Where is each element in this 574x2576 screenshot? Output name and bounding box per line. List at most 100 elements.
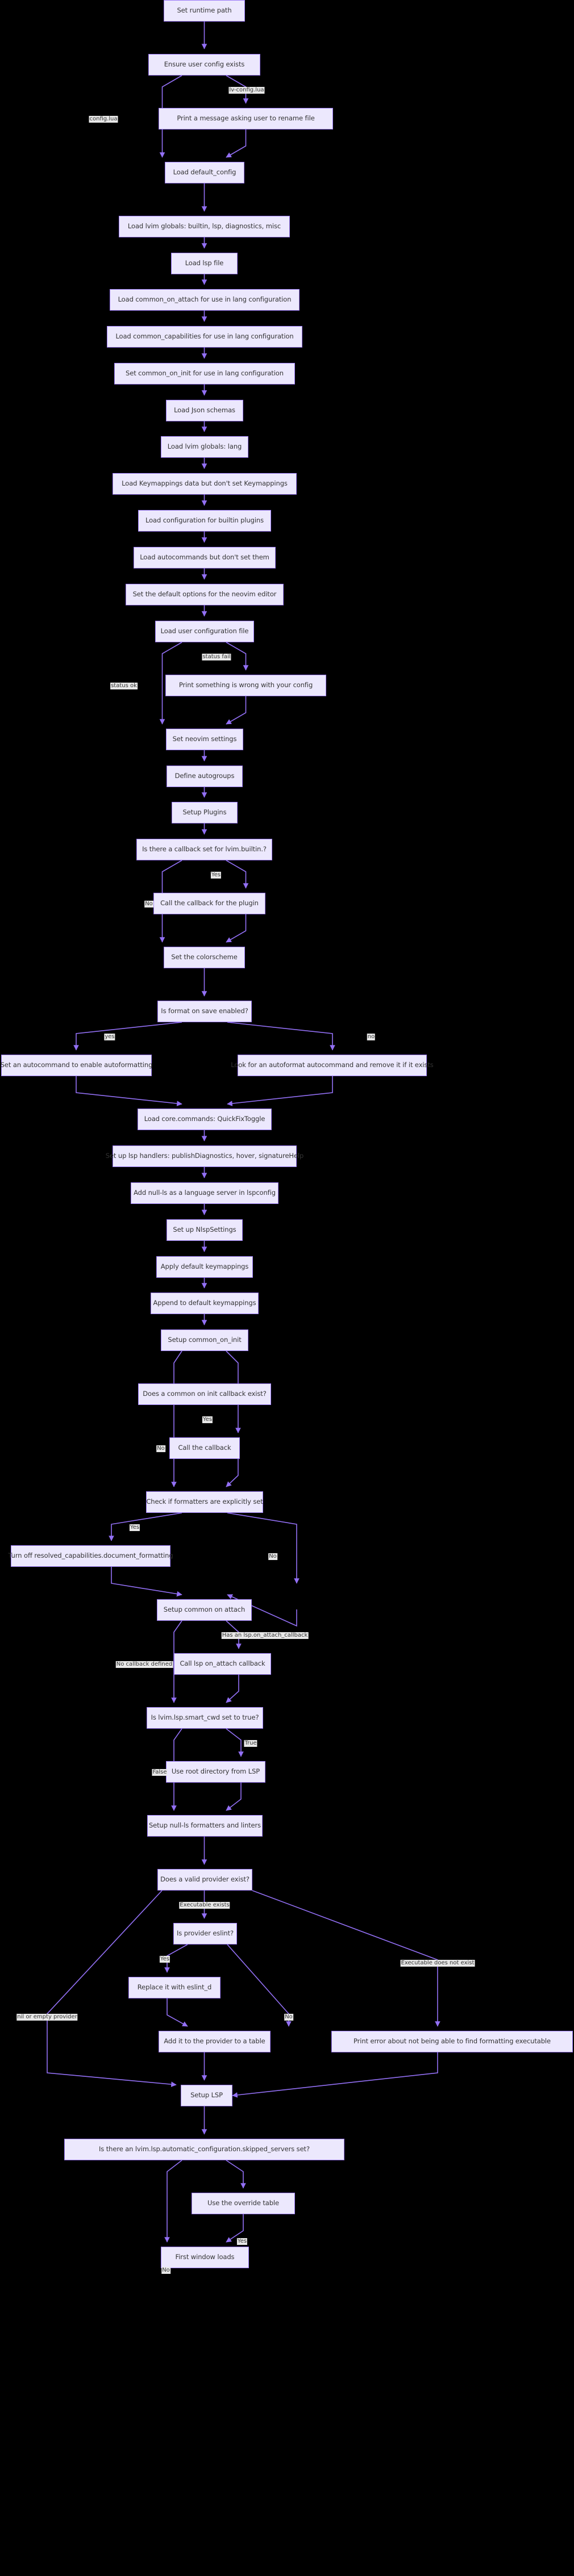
flow-node-n39: Call lsp on_attach callback (174, 1653, 271, 1675)
edge-label-l09: Yes (202, 1416, 213, 1423)
flow-edge (226, 696, 247, 725)
edge-label-l13: Has an lsp.on_attach_callback (221, 1632, 309, 1639)
flow-node-n02: Ensure user config exists (148, 54, 260, 76)
flow-node-n01: Set runtime path (164, 0, 245, 22)
flow-node-n06: Load lsp file (171, 253, 238, 274)
edge-label-l15: True (244, 1740, 257, 1747)
flow-node-n38: Setup common on attach (157, 1599, 252, 1621)
flow-node-n26: Look for an autoformat autocommand and r… (231, 1055, 434, 1076)
flow-edge (111, 1567, 182, 1597)
flow-node-n33: Setup common_on_init (161, 1329, 248, 1351)
flow-node-n51: First window loads (161, 2247, 249, 2268)
edge-label-l19: Yes (159, 1956, 170, 1963)
flow-node-n24: Is format on save enabled? (157, 1001, 252, 1022)
flow-node-n08: Load common_capabilities for use in lang… (107, 326, 302, 348)
flow-edge (171, 1350, 182, 1487)
flow-node-n05: Load lvim globals: builtin, lsp, diagnos… (119, 216, 290, 237)
flow-node-n34: Does a common on init callback exist? (138, 1383, 271, 1405)
flow-node-n41: Use root directory from LSP (166, 1761, 265, 1783)
edge-label-l04: status ok (110, 683, 138, 689)
flow-edge (226, 1675, 239, 1703)
flow-node-n37: Turn off resolved_capabilities.document_… (9, 1545, 173, 1567)
edge-label-l23: No (161, 2267, 170, 2274)
flow-node-n15: Set the default options for the neovim e… (126, 584, 284, 605)
flow-edge (164, 2160, 182, 2243)
flow-edge (164, 1944, 188, 1973)
flow-edge (227, 1022, 335, 1051)
edge-label-l21: No (284, 2014, 293, 2021)
edge-label-l06: No (144, 901, 153, 908)
flow-node-n40: Is lvim.lsp.smart_cwd set to true? (147, 1707, 263, 1729)
flow-node-n21: Is there a callback set for lvim.builtin… (136, 839, 272, 860)
flow-node-n36: Check if formatters are explicitly set (146, 1491, 263, 1513)
edge-label-l14: No callback defined (115, 1661, 173, 1668)
flow-edge (227, 1512, 300, 1584)
flow-edge (226, 1728, 244, 1757)
edge-label-l16: False (152, 1769, 168, 1776)
flow-node-n45: Replace it with eslint_d (128, 1977, 221, 1998)
flow-node-n03: Print a message asking user to rename fi… (159, 108, 333, 129)
flow-node-n04: Load default_config (165, 162, 244, 183)
flow-node-n10: Load Json schemas (166, 400, 243, 421)
flow-node-n29: Add null-ls as a language server in lspc… (131, 1182, 278, 1204)
flow-edge (226, 1783, 242, 1811)
edge-label-l11: Yes (129, 1524, 140, 1531)
flow-edge (226, 914, 247, 943)
flow-edge (252, 1890, 440, 2027)
flow-edge (227, 1076, 333, 1106)
edge-label-l02: config.lua (89, 116, 118, 123)
flow-node-n22: Call the callback for the plugin (153, 893, 265, 914)
edge-label-l10: No (156, 1445, 165, 1452)
flow-edge (227, 1944, 292, 2027)
edge-label-l22: Yes (236, 2238, 248, 2245)
flow-node-n35: Call the callback (169, 1437, 240, 1459)
flow-edge (226, 2160, 246, 2189)
edge-layer (47, 22, 440, 2243)
edge-label-l07: yes (104, 1034, 115, 1040)
flow-node-n17: Print something is wrong with your confi… (165, 675, 326, 696)
flow-edge (226, 860, 249, 889)
flow-node-n19: Define autogroups (167, 766, 243, 787)
flow-node-n13: Load configuration for builtin plugins (138, 510, 271, 532)
flow-edge (73, 1022, 182, 1051)
flow-node-n14: Load autocommands but don't set them (134, 547, 276, 568)
flow-node-n28: Set up lsp handlers: publishDiagnostics,… (106, 1145, 303, 1167)
edge-path-group (47, 22, 440, 2243)
flow-node-n23: Set the colorscheme (164, 947, 245, 968)
flow-node-n43: Does a valid provider exist? (157, 1869, 252, 1891)
flow-edge (226, 1459, 239, 1487)
flow-node-n11: Load lvim globals: lang (161, 436, 248, 458)
flow-node-n32: Append to default keymappings (151, 1293, 259, 1314)
flow-node-n48: Setup LSP (181, 2085, 232, 2106)
flow-node-n49: Is there an lvim.lsp.automatic_configura… (64, 2139, 344, 2160)
flow-node-n07: Load common_on_attach for use in lang co… (110, 289, 300, 311)
edge-label-l20: nil or empty provider (16, 2014, 78, 2021)
edge-label-l08: no (367, 1034, 376, 1040)
flow-edge (226, 129, 247, 158)
edge-label-l03: status fail (202, 654, 231, 660)
flow-node-n27: Load core.commands: QuickFixToggle (138, 1109, 272, 1130)
flow-node-n44: Is provider eslint? (173, 1923, 237, 1944)
flow-node-n09: Set common_on_init for use in lang confi… (114, 363, 295, 384)
flow-node-n25: Set an autocommand to enable autoformatt… (1, 1055, 152, 1076)
edge-label-l17: Executable exists (179, 1902, 230, 1909)
flow-edge (232, 2052, 438, 2098)
flow-node-n12: Load Keymappings data but don't set Keym… (113, 473, 297, 495)
flow-node-n20: Setup Plugins (172, 802, 238, 823)
flow-node-n47: Print error about not being able to find… (331, 2031, 573, 2052)
flow-edge (167, 1998, 188, 2027)
flow-node-n42: Setup null-ls formatters and linters (147, 1815, 263, 1837)
flow-edge (76, 1076, 182, 1106)
edge-label-l01: lv-config.lua (228, 87, 265, 94)
flow-node-n30: Set up NlspSettings (167, 1219, 243, 1241)
flow-node-n50: Use the override table (192, 2193, 295, 2214)
edge-label-l12: No (268, 1553, 277, 1560)
flow-edge (109, 1512, 182, 1541)
flow-node-n46: Add it to the provider to a table (159, 2031, 271, 2052)
flowchart-canvas: Set runtime path Ensure user config exist… (0, 0, 574, 2576)
flow-node-n31: Apply default keymappings (156, 1256, 253, 1278)
edge-label-l18: Executable does not exist (400, 1960, 475, 1967)
flow-node-n18: Set neovim settings (166, 729, 243, 750)
edge-label-l05: Yes (210, 872, 222, 879)
flow-node-n16: Load user configuration file (155, 621, 254, 642)
